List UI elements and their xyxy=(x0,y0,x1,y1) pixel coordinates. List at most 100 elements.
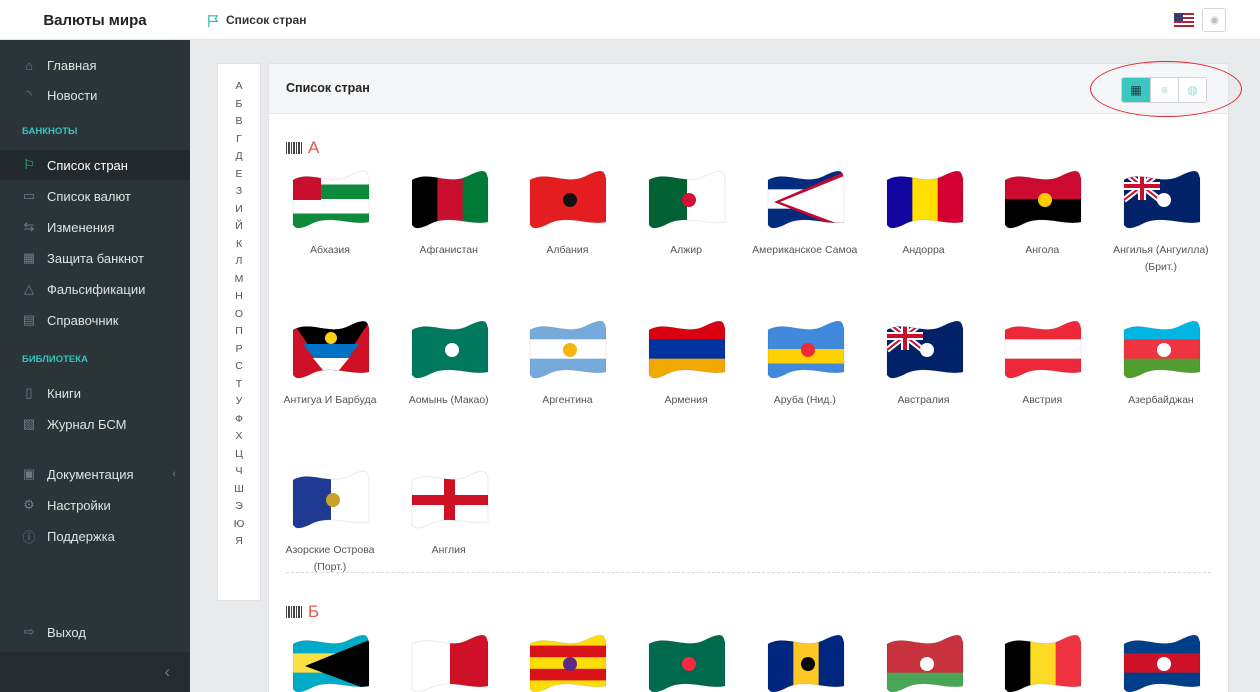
exchange-icon: ⇆ xyxy=(23,219,35,234)
country-card[interactable]: Алжир xyxy=(631,166,741,259)
countries-panel: Список стран ▦ ≡ ◍ А Абхазия Афганистан Албан… xyxy=(268,63,1229,692)
country-flag-icon xyxy=(411,320,489,379)
country-flag-icon xyxy=(767,634,845,692)
sidebar-item-changes[interactable]: ⇆ Изменения xyxy=(0,212,190,242)
info-icon: ⓘ xyxy=(22,529,36,545)
alphabet-letter[interactable]: П xyxy=(218,325,260,337)
alphabet-letter[interactable]: В xyxy=(218,115,260,127)
country-card[interactable] xyxy=(631,630,741,692)
alphabet-letter[interactable]: Ф xyxy=(218,413,260,425)
sidebar-item-label: Новости xyxy=(47,87,98,103)
country-card[interactable]: Афганистан xyxy=(394,166,504,259)
alphabet-letter[interactable]: Д xyxy=(218,150,260,162)
alphabet-letter[interactable]: К xyxy=(218,238,260,250)
sidebar-item-reference[interactable]: ▤ Справочник xyxy=(0,305,190,335)
country-name: Аруба (Нид.) xyxy=(773,394,836,406)
sidebar-item-logout[interactable]: ⇨ Выход xyxy=(0,617,190,647)
user-menu-button[interactable] xyxy=(1202,8,1226,32)
country-flag-icon xyxy=(648,320,726,379)
country-name: Афганистан xyxy=(419,244,478,256)
country-card[interactable] xyxy=(394,630,504,692)
country-card[interactable]: Абхазия xyxy=(275,166,385,259)
sidebar-item-protection[interactable]: ▦ Защита банкнот xyxy=(0,243,190,273)
country-card[interactable]: Аргентина xyxy=(512,316,622,409)
country-flag-icon xyxy=(767,170,845,229)
alphabet-letter[interactable]: Х xyxy=(218,430,260,442)
country-card[interactable]: Андорра xyxy=(869,166,979,259)
sidebar-item-docs[interactable]: ▣ Документация ‹ xyxy=(0,459,190,489)
alphabet-letter[interactable]: О xyxy=(218,308,260,320)
sidebar-item-support[interactable]: ⓘ Поддержка xyxy=(0,521,190,551)
alphabet-letter[interactable]: Е xyxy=(218,168,260,180)
alphabet-letter[interactable]: Л xyxy=(218,255,260,267)
country-card[interactable]: Ангилья (Ангуилла) (Брит.) xyxy=(1106,166,1216,276)
sidebar-item-label: Главная xyxy=(47,57,97,73)
section-letter: Б xyxy=(308,602,320,621)
alphabet-letter[interactable]: У xyxy=(218,395,260,407)
alphabet-letter[interactable]: Н xyxy=(218,290,260,302)
list-view-button[interactable]: ≡ xyxy=(1150,78,1178,102)
grid-view-button[interactable]: ▦ xyxy=(1122,78,1150,102)
country-card[interactable] xyxy=(987,630,1097,692)
country-flag-icon xyxy=(292,470,370,529)
country-flag-icon xyxy=(648,170,726,229)
sidebar-item-currencies[interactable]: ▭ Список валют xyxy=(0,181,190,211)
alphabet-letter[interactable]: М xyxy=(218,273,260,285)
country-flag-icon xyxy=(886,634,963,692)
alphabet-letter[interactable]: Р xyxy=(218,343,260,355)
alphabet-letter[interactable]: Й xyxy=(218,220,260,232)
alphabet-letter[interactable]: С xyxy=(218,360,260,372)
country-name: Аргентина xyxy=(542,394,593,406)
country-flag-icon xyxy=(411,170,489,229)
country-card[interactable]: Аруба (Нид.) xyxy=(750,316,860,409)
country-card[interactable]: Албания xyxy=(512,166,622,259)
alphabet-letter[interactable]: Ч xyxy=(218,465,260,477)
sidebar-collapse-button[interactable]: ‹ xyxy=(0,652,190,692)
country-card[interactable]: Аомынь (Макао) xyxy=(394,316,504,409)
alphabet-letter[interactable]: И xyxy=(218,203,260,215)
alphabet-letter[interactable]: Т xyxy=(218,378,260,390)
country-card[interactable] xyxy=(750,630,860,692)
alphabet-letter[interactable]: А xyxy=(218,80,260,92)
country-flag-icon xyxy=(529,634,607,692)
language-flag-icon[interactable] xyxy=(1174,13,1194,27)
alphabet-letter[interactable]: Г xyxy=(218,133,260,145)
sidebar-item-fakes[interactable]: △ Фальсификации xyxy=(0,274,190,304)
country-card[interactable]: Австралия xyxy=(869,316,979,409)
alphabet-letter[interactable]: Ц xyxy=(218,448,260,460)
country-card[interactable]: Англия xyxy=(394,466,504,559)
alphabet-letter[interactable]: Б xyxy=(218,98,260,110)
sidebar-item-journal[interactable]: ▧ Журнал БСМ xyxy=(0,409,190,439)
country-card[interactable] xyxy=(512,630,622,692)
globe-view-button[interactable]: ◍ xyxy=(1178,78,1206,102)
alphabet-letter[interactable]: Ш xyxy=(218,483,260,495)
alphabet-letter[interactable]: Ю xyxy=(218,518,260,530)
sidebar-item-countries[interactable]: ⚐ Список стран xyxy=(0,150,190,180)
breadcrumb-label: Список стран xyxy=(226,13,307,27)
country-card[interactable]: Ангола xyxy=(987,166,1097,259)
country-flag-icon xyxy=(411,634,489,692)
sidebar-item-settings[interactable]: ⚙ Настройки xyxy=(0,490,190,520)
country-card[interactable] xyxy=(869,630,979,692)
sidebar-item-news[interactable]: ◝ Новости xyxy=(0,80,190,110)
country-card[interactable] xyxy=(1106,630,1216,692)
sidebar-item-books[interactable]: ▯ Книги xyxy=(0,378,190,408)
country-card[interactable]: Австрия xyxy=(987,316,1097,409)
panel-header: Список стран ▦ ≡ ◍ xyxy=(269,64,1228,114)
barcode-icon xyxy=(286,142,302,154)
alphabet-letter[interactable]: Э xyxy=(218,500,260,512)
country-card[interactable]: Азорские Острова (Порт.) xyxy=(275,466,385,576)
country-card[interactable] xyxy=(275,630,385,692)
country-card[interactable]: Армения xyxy=(631,316,741,409)
pdf-icon: ▧ xyxy=(22,416,36,431)
sidebar-item-home[interactable]: ⌂ Главная xyxy=(0,50,190,80)
country-card[interactable]: Антигуа И Барбуда xyxy=(275,316,385,409)
alphabet-letter[interactable]: З xyxy=(218,185,260,197)
country-name: Антигуа И Барбуда xyxy=(283,394,377,406)
country-card[interactable]: Американское Самоа xyxy=(750,166,860,259)
country-card[interactable]: Азербайджан xyxy=(1106,316,1216,409)
country-name: Англия xyxy=(431,544,466,556)
alphabet-letter[interactable]: Я xyxy=(218,535,260,547)
country-flag-icon xyxy=(1123,634,1201,692)
app-title[interactable]: Валюты мира xyxy=(0,0,190,40)
